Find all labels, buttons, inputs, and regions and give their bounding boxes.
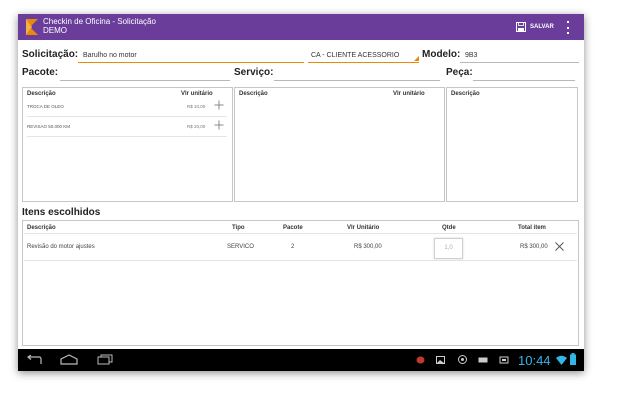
servico-search-input[interactable] (274, 68, 440, 81)
action-bar: Checkin de Oficina - Solicitação DEMO SA… (18, 14, 584, 40)
cliente-spinner[interactable]: CA - CLIENTE ACESSORIO (308, 50, 419, 63)
itens-header-total: Total item (518, 225, 546, 231)
app-logo-icon (26, 19, 38, 35)
save-button[interactable]: SALVAR (516, 21, 554, 33)
row-pacote: 2 (291, 244, 295, 250)
table-row[interactable]: Revisão do motor ajustes SERVICO 2 R$ 30… (24, 233, 577, 261)
save-label: SALVAR (530, 24, 554, 30)
battery-icon (570, 353, 576, 365)
close-icon[interactable] (555, 242, 564, 251)
servico-col-descricao: Descrição (239, 91, 268, 97)
quantity-input[interactable]: 1,0 (434, 238, 463, 259)
system-nav-bar: 10:44 (18, 349, 584, 371)
save-icon (516, 22, 526, 32)
usb-icon (478, 357, 488, 363)
pacote-list-panel: Descrição Vlr unitário TROCA DE OLEO R$ … (22, 87, 233, 202)
status-app-icon (416, 356, 425, 364)
android-icon (458, 355, 467, 364)
row-descricao: Revisão do motor ajustes (27, 244, 95, 250)
row-tipo: SERVICO (227, 244, 254, 250)
usb-debug-icon (499, 356, 509, 364)
solicitacao-label: Solicitação: (22, 49, 79, 60)
itens-header-vlr-unitario: Vlr Unitário (347, 225, 380, 231)
image-icon (436, 356, 445, 364)
itens-header-pacote: Pacote (283, 225, 303, 231)
wifi-icon (556, 355, 567, 365)
servico-label: Serviço: (234, 67, 274, 78)
servico-col-valor: Vlr unitário (393, 91, 425, 97)
pacote-list-item[interactable]: TROCA DE OLEO R$ 10,00 (27, 98, 227, 117)
app-title: Checkin de Oficina - Solicitação (43, 17, 156, 26)
pacote-search-input[interactable] (60, 68, 230, 81)
solicitacao-input[interactable]: Barulho no motor (78, 50, 304, 63)
home-icon[interactable] (60, 354, 78, 365)
modelo-input[interactable]: 9B3 (460, 50, 579, 63)
peca-search-input[interactable] (473, 68, 575, 81)
modelo-label: Modelo: (422, 49, 461, 60)
clock: 10:44 (518, 353, 551, 368)
pacote-item-price: R$ 20,00 (187, 124, 206, 129)
pacote-item-name: TROCA DE OLEO (27, 104, 64, 109)
peca-list-panel: Descrição (446, 87, 578, 202)
itens-table: Descrição Tipo Pacote Vlr Unitário Qtde … (22, 220, 579, 346)
itens-section-title: Itens escolhidos (22, 207, 101, 218)
app-subtitle: DEMO (43, 26, 67, 35)
peca-label: Peça: (446, 67, 473, 78)
pacote-label: Pacote: (22, 67, 59, 78)
pacote-item-price: R$ 10,00 (187, 104, 206, 109)
pacote-list-item[interactable]: REVISAO 50.000 KM R$ 20,00 (27, 118, 227, 137)
servico-list-panel: Descrição Vlr unitário (234, 87, 445, 202)
overflow-menu-icon[interactable] (566, 21, 570, 34)
plus-icon[interactable] (214, 120, 224, 130)
pacote-item-name: REVISAO 50.000 KM (27, 124, 71, 129)
peca-col-descricao: Descrição (451, 91, 480, 97)
spinner-arrow-icon (414, 56, 419, 61)
itens-header-tipo: Tipo (232, 225, 245, 231)
plus-icon[interactable] (214, 100, 224, 110)
tablet-screen: Checkin de Oficina - Solicitação DEMO SA… (18, 14, 584, 371)
itens-header-qtde: Qtde (442, 225, 456, 231)
cliente-spinner-value: CA - CLIENTE ACESSORIO (311, 52, 400, 59)
itens-header-descricao: Descrição (27, 225, 56, 231)
back-icon[interactable] (26, 355, 42, 365)
pacote-col-descricao: Descrição (27, 91, 56, 97)
row-vlr-unitario: R$ 300,00 (354, 244, 382, 250)
pacote-col-valor: Vlr unitário (181, 91, 213, 97)
recent-apps-icon[interactable] (97, 354, 113, 365)
row-total: R$ 300,00 (520, 244, 548, 250)
